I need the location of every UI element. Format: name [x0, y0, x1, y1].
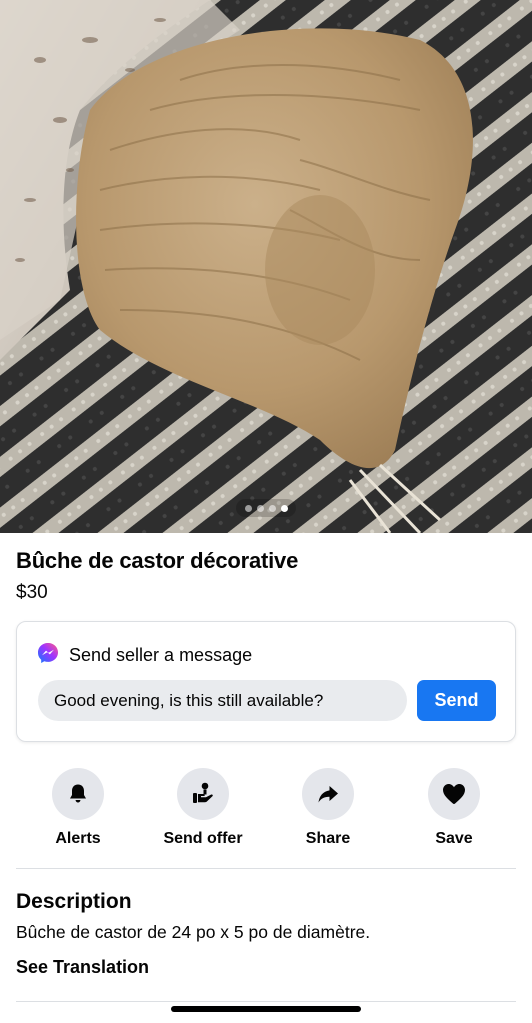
message-input[interactable]: Good evening, is this still available? [38, 680, 407, 721]
listing-title: Bûche de castor décorative [16, 548, 299, 573]
send-offer-circle[interactable] [177, 768, 229, 820]
heart-icon [443, 784, 465, 804]
pager-dot[interactable] [256, 504, 264, 512]
message-seller-card: Send seller a message Good evening, is t… [16, 621, 516, 742]
see-translation-link[interactable]: See Translation [16, 957, 149, 978]
alerts-circle[interactable] [52, 768, 104, 820]
save-label: Save [435, 830, 473, 847]
send-button[interactable]: Send [417, 680, 496, 721]
pager-dot-active[interactable] [280, 504, 288, 512]
photo-pager[interactable] [236, 499, 296, 517]
send-offer-button[interactable]: Send offer [148, 768, 258, 848]
bell-icon [70, 784, 86, 803]
listing-price: $30 [16, 582, 48, 603]
message-header: Send seller a message [37, 642, 252, 669]
pager-dot[interactable] [244, 504, 252, 512]
alerts-button[interactable]: Alerts [23, 768, 133, 848]
message-header-label: Send seller a message [69, 645, 253, 665]
save-circle[interactable] [428, 768, 480, 820]
listing-photo[interactable] [0, 0, 532, 533]
divider [16, 868, 516, 869]
description-heading: Description [16, 890, 132, 913]
offer-icon [193, 782, 213, 803]
share-icon [318, 786, 338, 803]
send-offer-label: Send offer [163, 830, 243, 847]
share-circle[interactable] [302, 768, 354, 820]
home-indicator[interactable] [171, 1006, 361, 1012]
pager-dot[interactable] [268, 504, 276, 512]
save-button[interactable]: Save [399, 768, 509, 848]
messenger-icon [37, 642, 59, 669]
share-button[interactable]: Share [273, 768, 383, 848]
action-bar: Alerts Send offer Share Save [0, 768, 532, 852]
alerts-label: Alerts [55, 830, 101, 847]
description-text: Bûche de castor de 24 po x 5 po de diamè… [16, 922, 371, 942]
share-label: Share [305, 830, 351, 847]
log-image [0, 0, 532, 533]
divider [16, 1001, 516, 1002]
